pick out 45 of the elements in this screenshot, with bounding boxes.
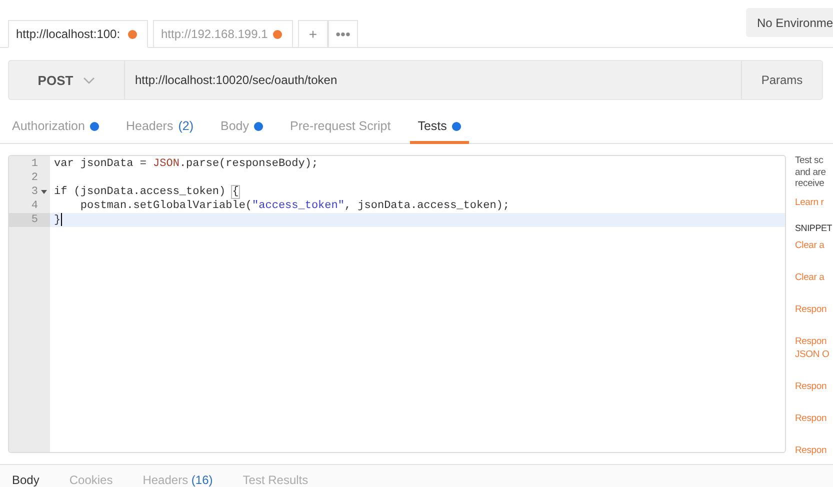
snippet-link[interactable]: Respon <box>795 444 833 456</box>
section-tab[interactable]: Tests <box>410 111 469 144</box>
code-line: if (jsonData.access_token) { <box>54 185 239 199</box>
snippets-heading: SNIPPET <box>795 222 833 232</box>
response-tab[interactable]: Headers (16) <box>142 474 213 487</box>
code-editor[interactable]: 1 2 3 4 5 var jsonData = JSON.parse(responseBody); if (jsonData.access_token) { postman.setGlobalVariable("access_token", jsonData.access_token); } <box>8 155 786 453</box>
url-field[interactable]: http://localhost:10020/sec/oauth/token <box>125 61 741 99</box>
add-tab-button[interactable]: + <box>298 20 328 48</box>
snippet-link[interactable]: Clear a <box>795 270 833 284</box>
tab-label: Body <box>220 119 249 133</box>
line-number: 1 <box>31 158 38 170</box>
fold-arrow-icon[interactable] <box>41 190 47 194</box>
code-line: postman.setGlobalVariable("access_token", jsonData.access_token); <box>79 199 510 213</box>
description-text: Test sc and are receive <box>795 155 827 190</box>
tab-label: Tests <box>418 119 447 133</box>
environment-dropdown[interactable]: No Environme <box>746 8 833 37</box>
section-tab[interactable]: Authorization <box>4 111 107 144</box>
snippet-link[interactable]: Respon <box>795 380 833 392</box>
section-tab[interactable]: Headers (2) <box>118 111 202 144</box>
code-line: var jsonData = JSON.parse(responseBody); <box>54 157 318 171</box>
line-number: 5 <box>31 214 38 226</box>
snippet-link[interactable]: Respon JSON O <box>795 334 833 360</box>
tab-label: Pre-request Script <box>290 119 391 133</box>
tab-count: (2) <box>178 119 194 133</box>
method-dropdown[interactable]: POST <box>9 61 125 99</box>
section-tab[interactable]: Pre-request Script <box>282 111 399 144</box>
snippet-link[interactable]: Clear a <box>795 238 833 252</box>
section-tab[interactable]: Body <box>212 111 271 144</box>
response-tab[interactable]: Body <box>12 474 40 487</box>
tab-label: Authorization <box>12 119 85 133</box>
snippet-link[interactable]: Respon <box>795 302 833 316</box>
tab-label: Headers <box>126 119 174 133</box>
snippet-link[interactable]: Respon <box>795 412 833 424</box>
response-tab[interactable]: Cookies <box>69 474 113 487</box>
code-line: } <box>54 213 62 227</box>
line-number: 3 <box>31 186 38 198</box>
line-number: 4 <box>31 200 38 212</box>
response-tab[interactable]: Test Results <box>242 474 308 487</box>
chevron-down-icon <box>83 76 96 84</box>
params-button[interactable]: Params <box>741 61 822 99</box>
request-tab[interactable]: http://192.168.199.1 <box>153 20 293 48</box>
learn-more-link[interactable]: Learn r <box>795 196 833 208</box>
more-button[interactable]: ••• <box>328 20 358 48</box>
request-tab[interactable]: http://localhost:100: <box>8 20 148 48</box>
line-number: 2 <box>31 172 38 184</box>
